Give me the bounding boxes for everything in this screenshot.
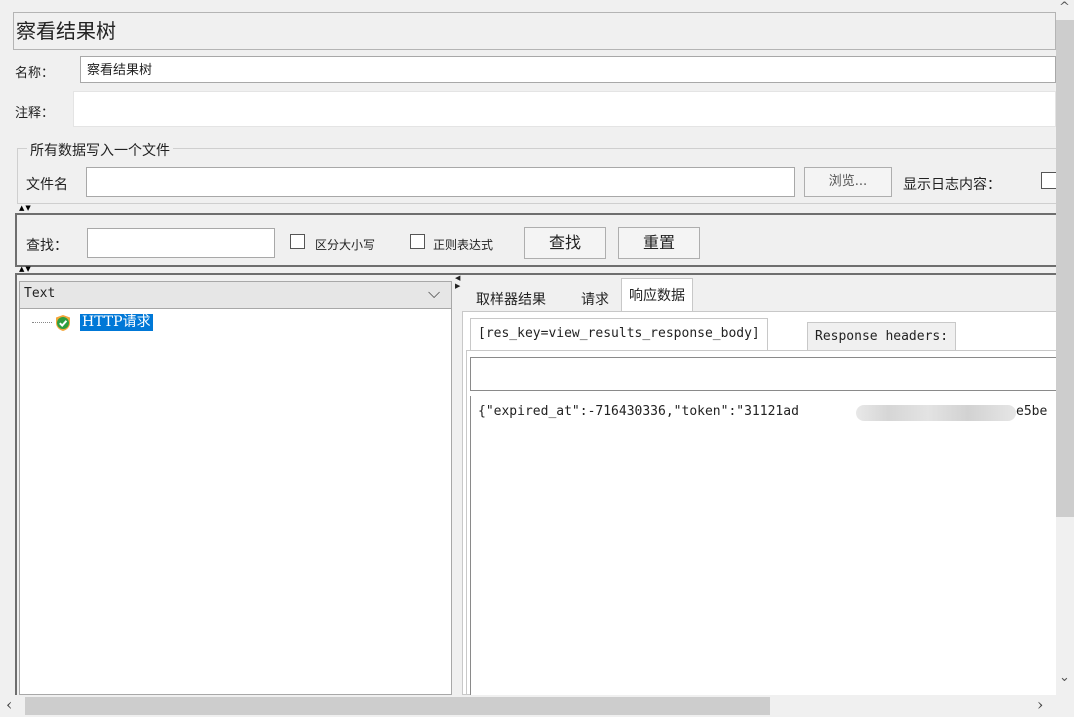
tab-response-body[interactable]: [res_key=view_results_response_body] [470, 318, 768, 350]
name-label: 名称： [15, 66, 55, 81]
success-shield-icon [54, 314, 72, 332]
regex-label: 正则表达式 [433, 238, 494, 252]
comment-label: 注释： [15, 106, 55, 121]
comment-field[interactable] [73, 91, 1056, 127]
tree-connector [32, 322, 52, 323]
response-body-end: e5be [1016, 404, 1048, 419]
tab-response-headers[interactable]: Response headers: [807, 322, 957, 350]
splitter-arrows: ◀ ▶ [455, 274, 461, 290]
renderer-dropdown[interactable] [19, 281, 452, 309]
scroll-right-icon[interactable]: › [1037, 695, 1043, 714]
case-sensitive-label: 区分大小写 [315, 238, 376, 252]
regex-checkbox[interactable] [410, 234, 425, 249]
response-body-text[interactable]: {"expired_at":-716430336,"token":"31121a… [470, 396, 1056, 695]
tab-request[interactable]: 请求 [573, 282, 617, 312]
splitter-arrows[interactable]: ▲▼ [19, 266, 32, 273]
name-field[interactable]: 察看结果树 [80, 56, 1056, 83]
search-label: 查找： [26, 238, 68, 254]
renderer-selected: Text [24, 286, 56, 301]
scroll-down-icon[interactable]: ⌄ [1059, 670, 1070, 685]
filename-field[interactable] [86, 167, 795, 197]
vertical-scroll-thumb[interactable] [1056, 20, 1074, 517]
horizontal-scroll-thumb[interactable] [25, 697, 770, 715]
response-search-input[interactable] [470, 357, 1056, 391]
response-body-start: {"expired_at":-716430336,"token":"31121a… [478, 404, 799, 419]
tab-sampler-result[interactable]: 取样器结果 [468, 282, 554, 312]
scroll-up-icon[interactable]: ^ [1059, 0, 1070, 15]
splitter-arrows[interactable]: ▲▼ [19, 205, 32, 212]
page-title: 察看结果树 [16, 19, 116, 43]
search-input[interactable] [87, 228, 275, 258]
file-group-legend: 所有数据写入一个文件 [27, 140, 173, 160]
tab-response-data[interactable]: 响应数据 [621, 278, 693, 312]
case-sensitive-checkbox[interactable] [290, 234, 305, 249]
browse-button[interactable]: 浏览... [804, 167, 892, 197]
filename-label: 文件名 [26, 177, 68, 193]
tree-item-label: HTTP请求 [80, 314, 153, 331]
results-tree[interactable] [19, 309, 452, 695]
chevron-down-icon: ⌵ [428, 283, 441, 302]
scroll-left-icon[interactable]: ‹ [6, 695, 12, 714]
log-content-label: 显示日志内容： [903, 177, 1001, 193]
reset-button[interactable]: 重置 [618, 227, 700, 259]
find-button[interactable]: 查找 [524, 227, 606, 259]
redacted-block [856, 405, 1016, 421]
title-box [13, 12, 1056, 50]
log-content-checkbox[interactable] [1041, 172, 1057, 189]
